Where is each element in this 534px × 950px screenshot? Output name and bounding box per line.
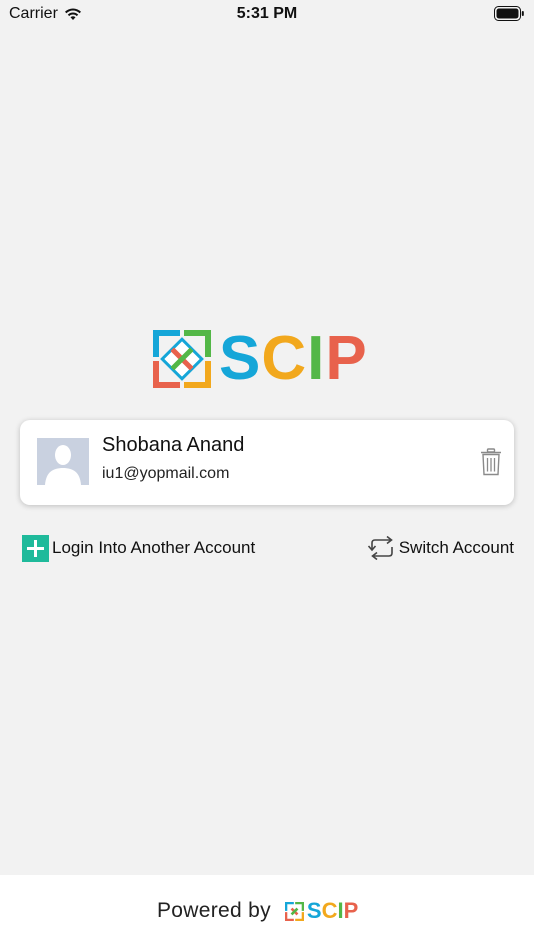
trash-icon[interactable] <box>480 448 502 476</box>
plus-icon <box>22 534 49 562</box>
logo-letter-p: P <box>325 324 368 393</box>
footer: Powered by SCIP <box>0 875 534 950</box>
avatar <box>37 438 89 485</box>
logo-wordmark: SCIP <box>219 328 368 390</box>
switch-account-button[interactable]: Switch Account <box>367 534 514 562</box>
logo-mark-icon <box>153 330 211 388</box>
avatar-placeholder-icon <box>37 438 89 485</box>
switch-account-label: Switch Account <box>398 538 514 557</box>
login-another-account-label: Login Into Another Account <box>52 538 256 557</box>
logo-letter-i: I <box>307 324 326 393</box>
account-card[interactable]: Shobana Anand iu1@yopmail.com <box>20 420 514 505</box>
powered-by-label: Powered by <box>157 899 271 922</box>
status-time: 5:31 PM <box>236 5 298 22</box>
account-name: Shobana Anand <box>102 434 245 456</box>
footer-logo: SCIP <box>284 900 358 922</box>
footer-logo-letter-c: C <box>321 898 338 923</box>
powered-by: Powered by SCIP <box>157 899 358 923</box>
footer-logo-mark-icon <box>284 901 304 921</box>
switch-arrows-icon <box>367 536 393 560</box>
login-another-account-button[interactable]: Login Into Another Account <box>22 534 255 562</box>
status-bar: Carrier 5:31 PM <box>0 0 534 30</box>
logo-letter-c: C <box>261 324 308 393</box>
logo-letter-s: S <box>219 324 262 393</box>
battery-icon <box>494 6 524 21</box>
footer-logo-wordmark: SCIP <box>307 900 358 922</box>
footer-logo-letter-s: S <box>306 898 322 923</box>
app-logo: SCIP <box>153 328 381 390</box>
account-email: iu1@yopmail.com <box>102 465 230 482</box>
footer-logo-letter-p: P <box>343 898 359 923</box>
